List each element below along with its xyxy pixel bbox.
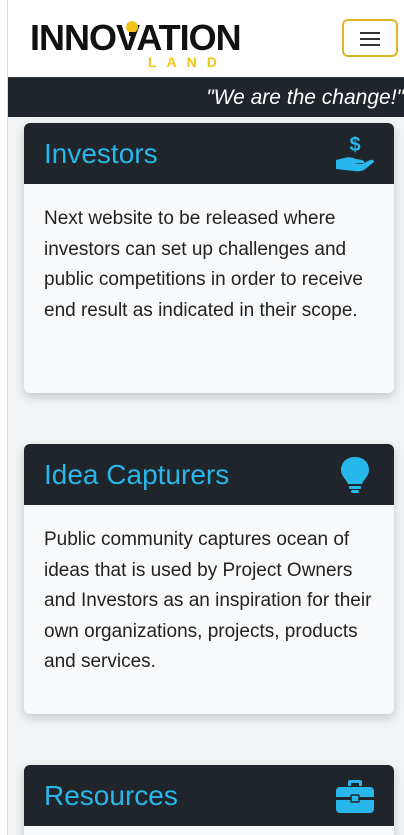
card-investors: Investors $ Next website to be released …: [24, 123, 394, 393]
menu-toggle-button[interactable]: [342, 19, 398, 57]
slogan-text: "We are the change!": [206, 86, 404, 109]
hand-dollar-icon: $: [336, 134, 374, 172]
card-header: Idea Capturers: [24, 444, 394, 505]
lightbulb-icon: [341, 457, 369, 493]
card-title: Resources: [44, 780, 178, 811]
card-header: Resources: [24, 765, 394, 826]
card-body: Next website to be released where invest…: [44, 208, 363, 321]
svg-text:$: $: [349, 134, 360, 156]
navbar: INNOVATION LAND: [8, 0, 404, 77]
left-rail: [0, 0, 8, 835]
card-title: Idea Capturers: [44, 459, 230, 490]
logo-sub: LAND: [148, 54, 227, 70]
card-body: [24, 826, 394, 835]
card-title: Investors: [44, 138, 158, 169]
card-body: Public community captures ocean of ideas…: [44, 529, 372, 672]
hamburger-icon: [360, 32, 380, 46]
slogan-bar: "We are the change!": [8, 77, 404, 117]
logo-bulb-icon: [126, 21, 138, 36]
card-header: Investors $: [24, 123, 394, 184]
card-resources: Resources: [24, 765, 394, 835]
brand-logo[interactable]: INNOVATION LAND: [30, 16, 250, 72]
card-idea-capturers: Idea Capturers Public community captures…: [24, 444, 394, 714]
toolbox-icon: [336, 780, 374, 813]
